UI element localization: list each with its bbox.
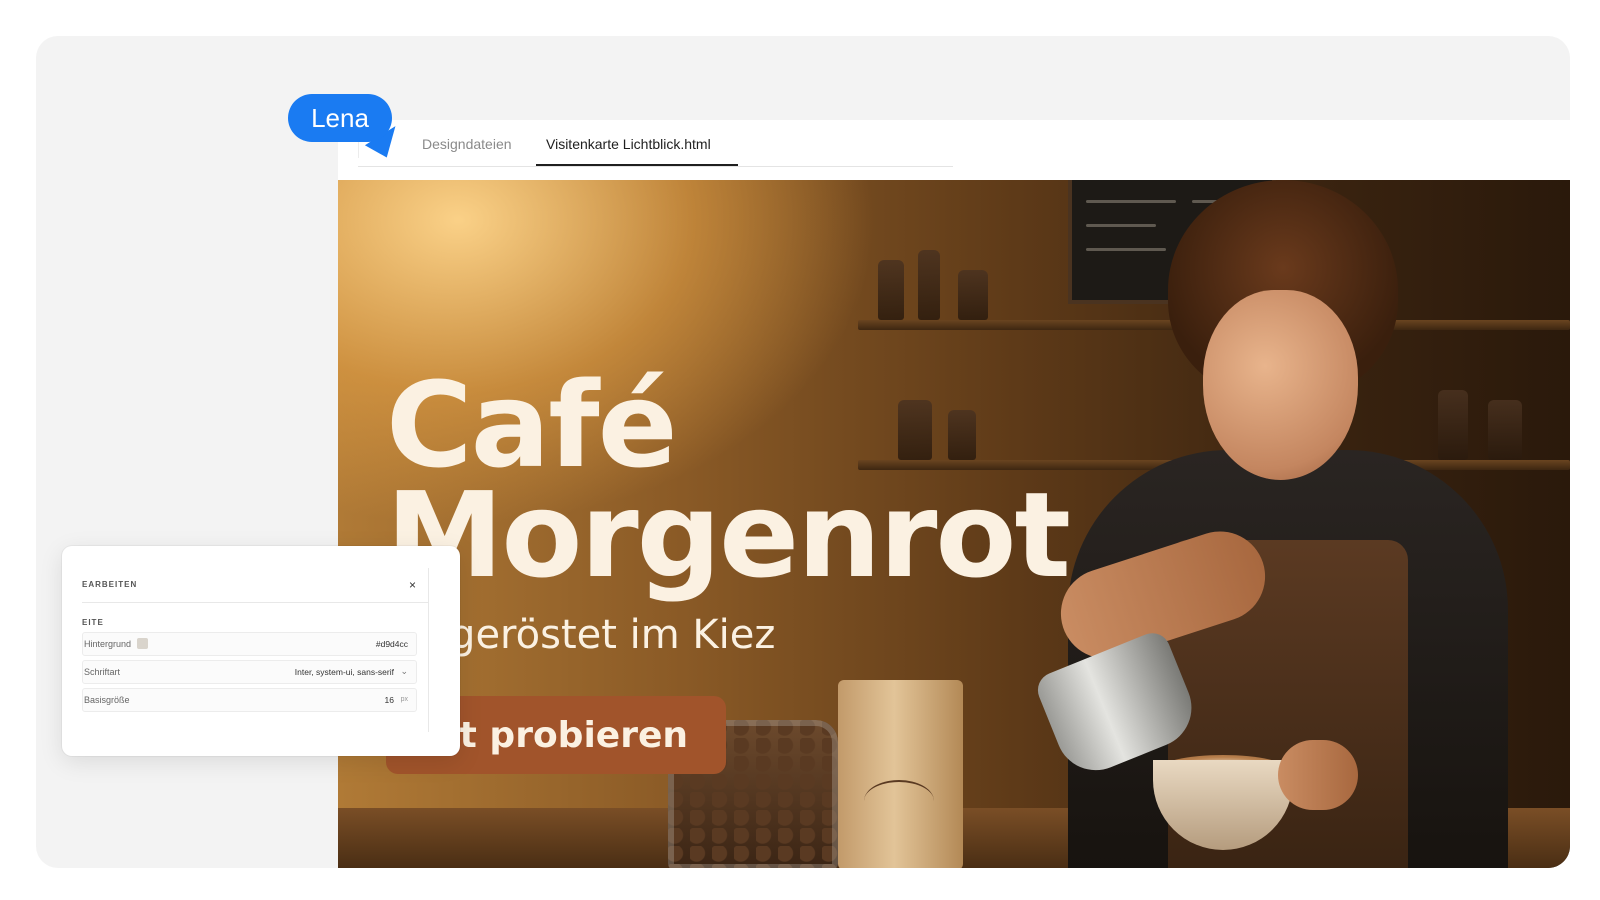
coffee-bag-image: [838, 680, 963, 868]
edit-panel-header: EARBEITEN ×: [82, 578, 428, 603]
tab-bar-divider: [358, 166, 953, 167]
hero-section: Café Morgenrot ch geröstet im Kiez tzt p…: [338, 180, 1570, 868]
jar-image: [878, 260, 904, 320]
base-size-field[interactable]: Basisgröße 16 px: [82, 688, 417, 712]
font-field-label: Schriftart: [84, 667, 121, 677]
close-icon[interactable]: ×: [409, 578, 416, 592]
font-field[interactable]: Schriftart Inter, system-ui, sans-serif …: [82, 660, 417, 684]
edit-panel-content: EARBEITEN × EITE Hintergrund #d9d4cc Sch…: [82, 568, 429, 732]
font-field-value[interactable]: Inter, system-ui, sans-serif: [295, 667, 394, 677]
tab-visitenkarte[interactable]: Visitenkarte Lichtblick.html: [546, 136, 711, 152]
barista-photo: [998, 180, 1518, 868]
base-size-unit: px: [400, 696, 408, 703]
background-field-label: Hintergrund: [84, 639, 132, 649]
barista-hand: [1278, 740, 1358, 810]
jar-image: [958, 270, 988, 320]
preview-window: Designdateien Visitenkarte Lichtblick.ht…: [338, 120, 1570, 868]
edit-panel: EARBEITEN × EITE Hintergrund #d9d4cc Sch…: [62, 546, 460, 756]
section-label: EITE: [82, 618, 104, 627]
barista-face: [1203, 290, 1358, 480]
sun-logo-icon: [864, 780, 934, 822]
background-field[interactable]: Hintergrund #d9d4cc: [82, 632, 417, 656]
hero-title-line2: Morgenrot: [386, 466, 1071, 604]
collaborator-name-tag: Lena: [288, 94, 392, 142]
background-field-value[interactable]: #d9d4cc: [376, 639, 408, 649]
tab-designdateien[interactable]: Designdateien: [422, 136, 512, 152]
chevron-down-icon[interactable]: ⌄: [400, 666, 408, 677]
base-size-field-value[interactable]: 16: [385, 695, 394, 705]
tab-bar: Designdateien Visitenkarte Lichtblick.ht…: [338, 120, 1570, 180]
base-size-field-label: Basisgröße: [84, 695, 130, 705]
hero-title: Café Morgenrot: [386, 366, 1071, 594]
color-swatch[interactable]: [137, 638, 148, 649]
edit-panel-title: EARBEITEN: [82, 580, 138, 589]
jar-image: [918, 250, 940, 320]
